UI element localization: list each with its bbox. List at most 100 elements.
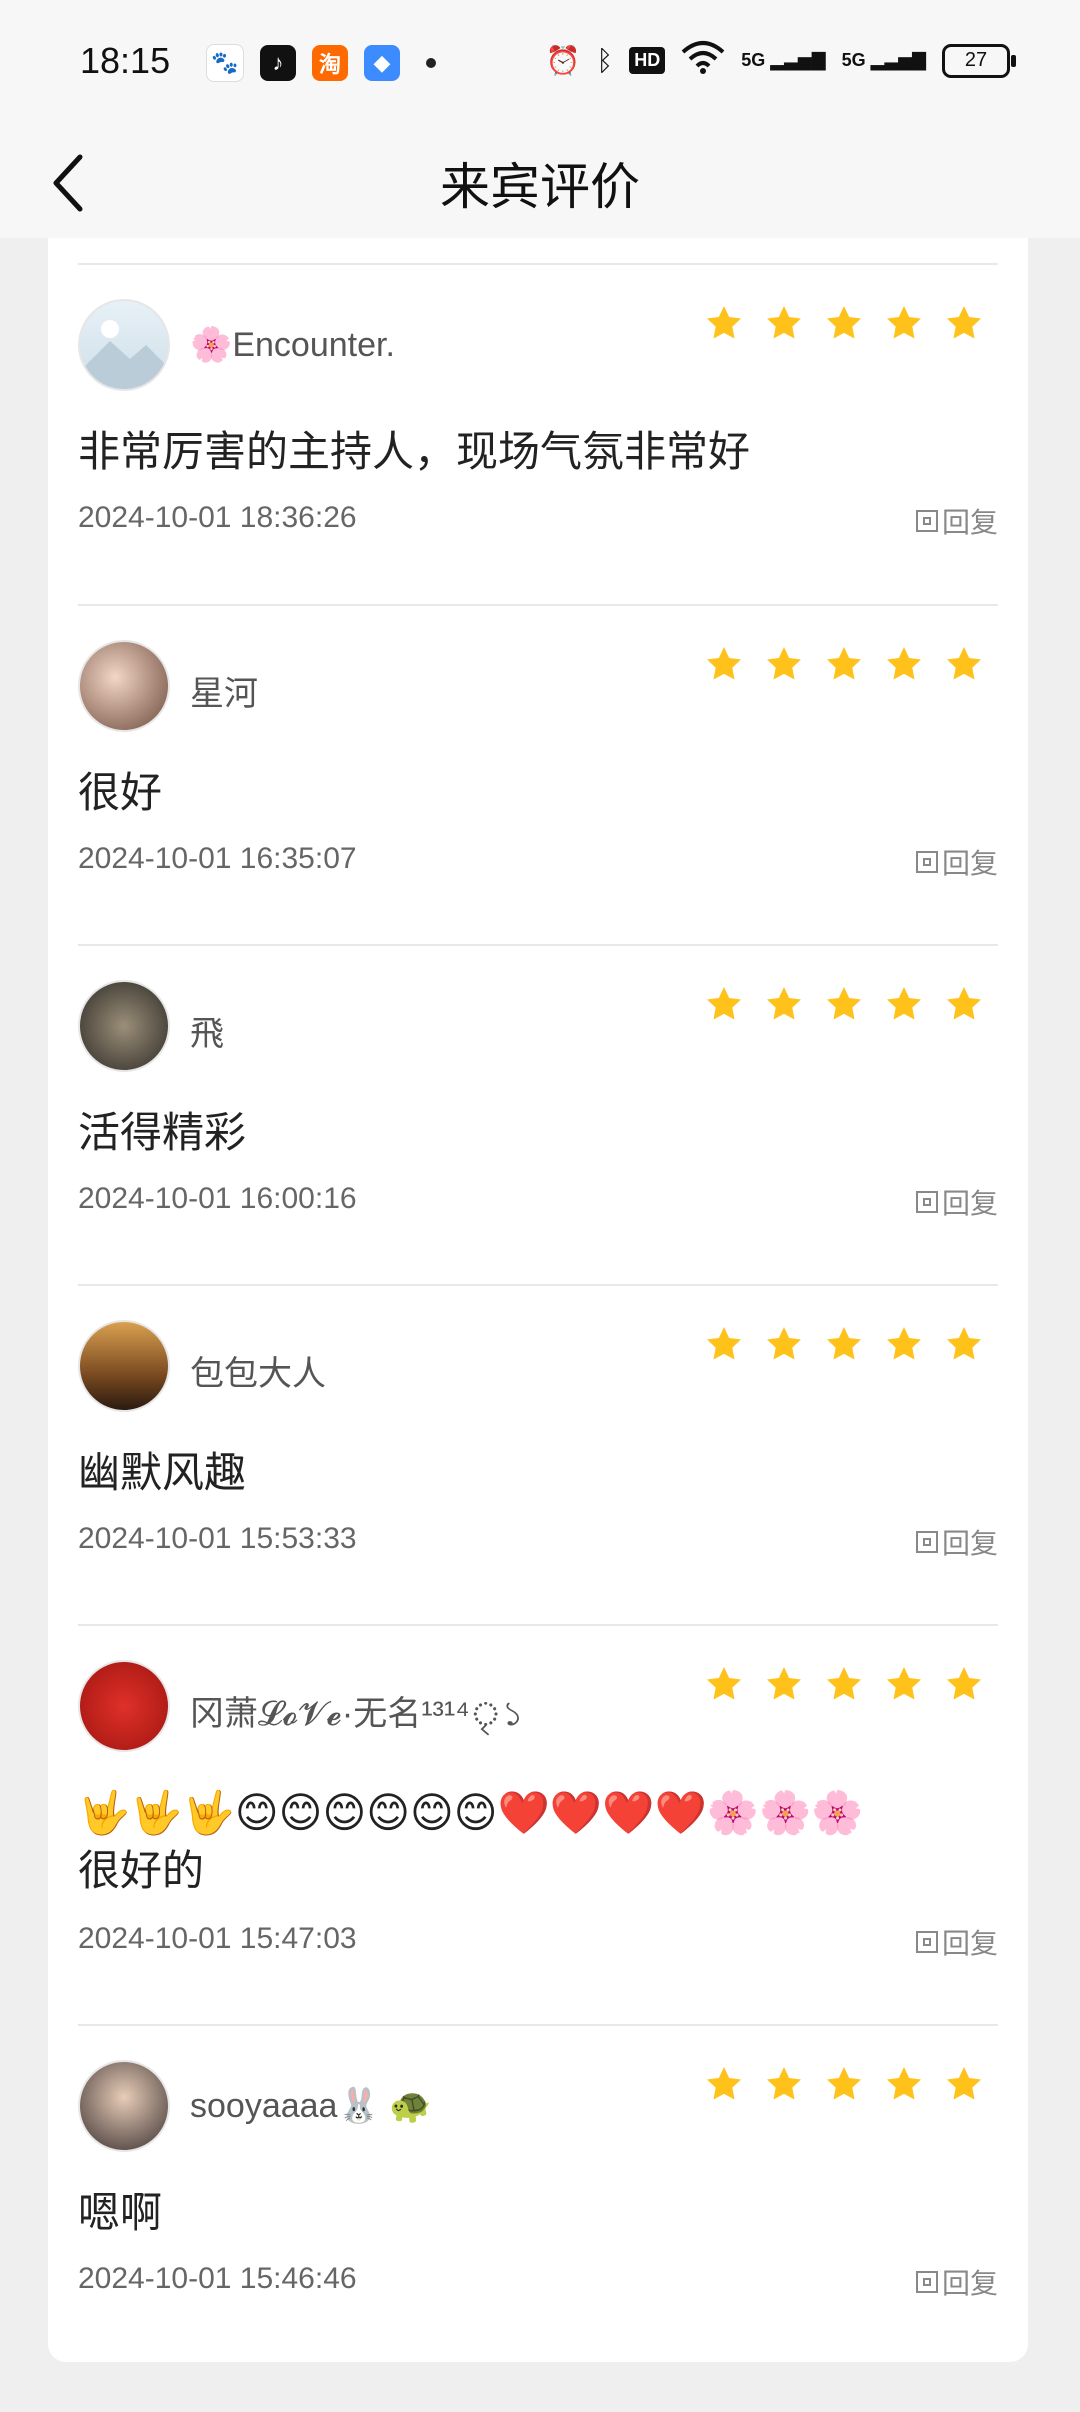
star-icon: [887, 1667, 921, 1700]
reply-button[interactable]: 回复: [915, 1182, 998, 1222]
star-icon: [707, 2067, 741, 2100]
review-item: 🌸Encounter. 非常厉害的主持人，现场气氛非常好 2024-10-01 …: [78, 263, 998, 605]
browser-app-icon: ◆: [364, 45, 400, 81]
star-icon: [827, 1667, 861, 1700]
avatar[interactable]: [78, 299, 170, 391]
star-rating: [704, 984, 984, 1024]
reply-button[interactable]: 回复: [915, 1522, 998, 1562]
username: 🌸Encounter.: [190, 326, 395, 364]
star-icon: [947, 306, 981, 339]
avatar[interactable]: [78, 980, 170, 1072]
review-item: 飛 活得精彩 2024-10-01 16:00:16 回复: [78, 944, 998, 1286]
taobao-app-icon: 淘: [312, 45, 348, 81]
avatar[interactable]: [78, 2060, 170, 2152]
star-icon: [887, 2067, 921, 2100]
star-icon: [707, 306, 741, 339]
reply-button[interactable]: 回复: [915, 501, 998, 541]
star-icon: [827, 2067, 861, 2100]
review-date: 2024-10-01 16:00:16: [78, 1182, 357, 1215]
reply-icon: [915, 1531, 938, 1553]
star-icon: [827, 1327, 861, 1360]
star-icon: [887, 306, 921, 339]
star-icon: [707, 647, 741, 680]
wifi-icon: [681, 40, 725, 81]
review-text: 很好: [78, 769, 163, 816]
hd-icon: HD: [629, 47, 666, 74]
star-icon: [767, 306, 801, 339]
page-title: 来宾评价: [440, 159, 640, 215]
review-text: 活得精彩: [78, 1109, 247, 1156]
review-text: 幽默风趣: [78, 1449, 247, 1496]
star-icon: [887, 987, 921, 1020]
review-date: 2024-10-01 18:36:26: [78, 501, 357, 534]
reply-label: 回复: [941, 1928, 998, 1959]
star-icon: [827, 306, 861, 339]
star-icon: [947, 1327, 981, 1360]
reply-label: 回复: [941, 2268, 998, 2299]
alarm-icon: ⏰: [545, 45, 581, 76]
star-icon: [947, 987, 981, 1020]
avatar[interactable]: [78, 1660, 170, 1752]
signal-5g-icon-2: 5G ▂▃▅▇: [841, 50, 926, 70]
review-date: 2024-10-01 15:53:33: [78, 1522, 357, 1555]
star-rating: [704, 303, 984, 343]
star-icon: [767, 647, 801, 680]
star-icon: [767, 1667, 801, 1700]
star-icon: [947, 2067, 981, 2100]
review-list: 🌸Encounter. 非常厉害的主持人，现场气氛非常好 2024-10-01 …: [48, 238, 1028, 2362]
nav-bar: 来宾评价: [0, 125, 1080, 238]
username: 包包大人: [190, 1355, 326, 1393]
star-icon: [767, 987, 801, 1020]
review-item: sooyaaaa🐰 🐢 嗯啊 2024-10-01 15:46:46 回复: [78, 2024, 998, 2356]
bluetooth-icon: ᛒ: [596, 44, 614, 76]
star-icon: [887, 1327, 921, 1360]
review-item: 包包大人 幽默风趣 2024-10-01 15:53:33 回复: [78, 1284, 998, 1626]
username: sooyaaaa🐰 🐢: [190, 2087, 432, 2125]
star-icon: [767, 2067, 801, 2100]
star-rating: [704, 1664, 984, 1704]
star-icon: [827, 987, 861, 1020]
battery-level: 27: [964, 49, 988, 71]
reply-label: 回复: [941, 1528, 998, 1559]
notification-icons: 🐾 ♪ 淘 ◆: [206, 44, 436, 82]
reply-icon: [915, 510, 938, 532]
avatar[interactable]: [78, 1320, 170, 1412]
reply-label: 回复: [941, 507, 998, 538]
star-rating: [704, 644, 984, 684]
avatar[interactable]: [78, 640, 170, 732]
star-icon: [707, 987, 741, 1020]
status-time: 18:15: [80, 40, 171, 81]
reply-button[interactable]: 回复: [915, 842, 998, 882]
reply-button[interactable]: 回复: [915, 1922, 998, 1962]
star-icon: [707, 1667, 741, 1700]
review-text: 🤟🤟🤟😊😊😊😊😊😊❤️❤️❤️❤️🌸🌸🌸 很好的: [78, 1789, 864, 1894]
review-date: 2024-10-01 16:35:07: [78, 842, 357, 875]
username: 星河: [190, 675, 258, 713]
review-date: 2024-10-01 15:47:03: [78, 1922, 357, 1955]
star-icon: [947, 1667, 981, 1700]
more-notifications-icon: [426, 58, 436, 68]
review-date: 2024-10-01 15:46:46: [78, 2262, 357, 2295]
reply-button[interactable]: 回复: [915, 2262, 998, 2302]
star-icon: [767, 1327, 801, 1360]
signal-5g-icon-1: 5G ▂▃▅▇: [741, 50, 826, 70]
star-rating: [704, 2064, 984, 2104]
star-icon: [707, 1327, 741, 1360]
username: 冈萧𝓛𝓸𝓥𝓮·无名¹³¹⁴ৃ১: [190, 1695, 524, 1733]
username: 飛: [190, 1015, 224, 1053]
reply-label: 回复: [941, 848, 998, 879]
reply-icon: [915, 1191, 938, 1213]
star-icon: [827, 647, 861, 680]
battery-icon: 27: [942, 43, 1016, 78]
star-icon: [887, 647, 921, 680]
review-text: 非常厉害的主持人，现场气氛非常好: [78, 428, 751, 475]
reply-label: 回复: [941, 1188, 998, 1219]
review-item: 星河 很好 2024-10-01 16:35:07 回复: [78, 604, 998, 946]
baidu-app-icon: 🐾: [206, 44, 244, 82]
reply-icon: [915, 2271, 938, 2293]
review-text: 嗯啊: [78, 2189, 163, 2236]
star-rating: [704, 1324, 984, 1364]
tiktok-app-icon: ♪: [260, 45, 296, 81]
status-right: ⏰ ᛒ HD 5G ▂▃▅▇ 5G ▂▃▅▇ 27: [545, 40, 1016, 81]
reply-icon: [915, 851, 938, 873]
